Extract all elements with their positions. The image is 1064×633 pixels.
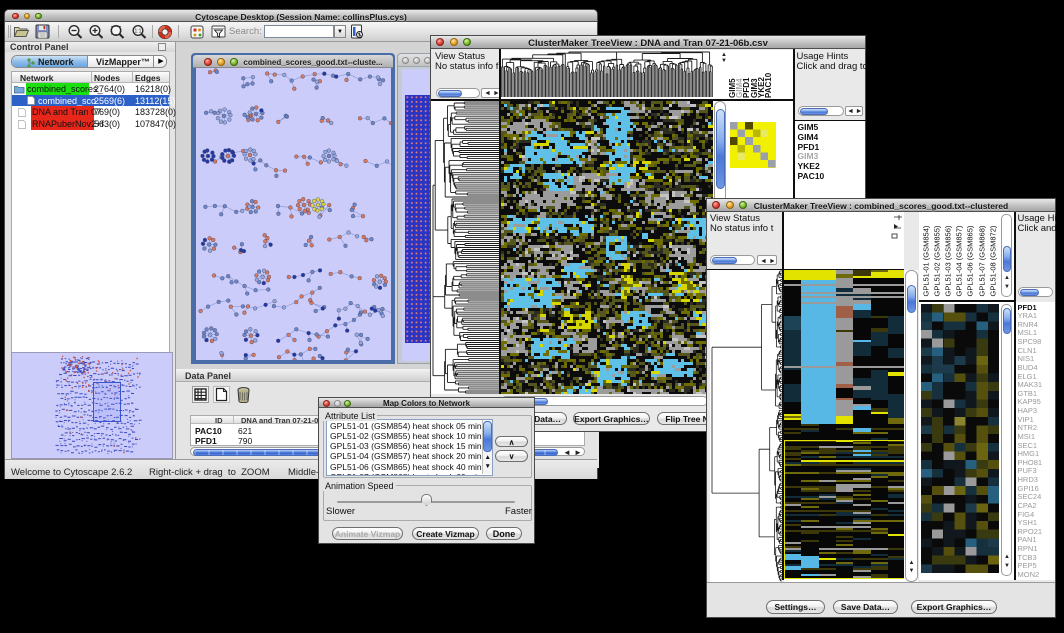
svg-text:1:1: 1:1 <box>135 29 142 35</box>
